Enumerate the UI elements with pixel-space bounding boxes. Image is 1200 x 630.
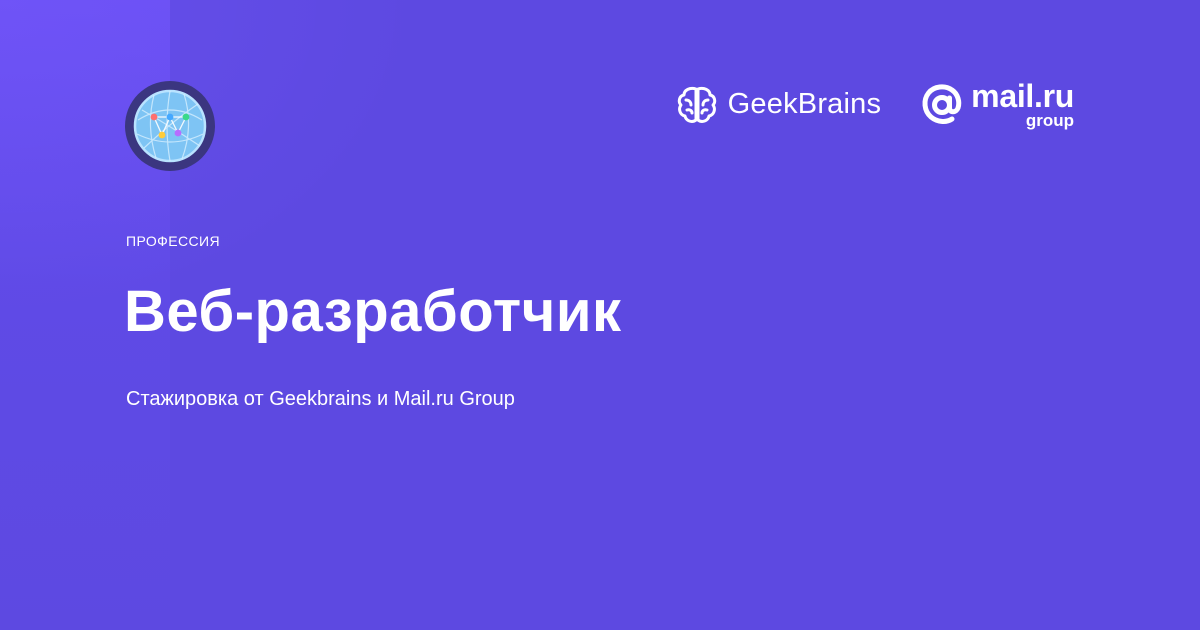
at-sign-icon xyxy=(922,83,962,124)
profession-label: ПРОФЕССИЯ xyxy=(126,233,220,249)
mailru-wordmark: mail.ru group xyxy=(971,80,1074,129)
partner-logos: GeekBrains mail.ru group xyxy=(676,80,1074,129)
course-badge xyxy=(124,80,216,172)
page-title: Веб-разработчик xyxy=(124,279,622,344)
mailru-name: mail.ru xyxy=(971,78,1074,114)
page-subtitle: Стажировка от Geekbrains и Mail.ru Group xyxy=(126,388,515,410)
brain-icon xyxy=(677,86,716,123)
globe-network-icon xyxy=(125,81,215,171)
geekbrains-wordmark: GeekBrains xyxy=(727,88,882,120)
mailru-group-label: group xyxy=(1025,111,1074,130)
geekbrains-logo[interactable]: GeekBrains xyxy=(676,85,882,125)
mailru-group-logo[interactable]: mail.ru group xyxy=(921,80,1074,129)
